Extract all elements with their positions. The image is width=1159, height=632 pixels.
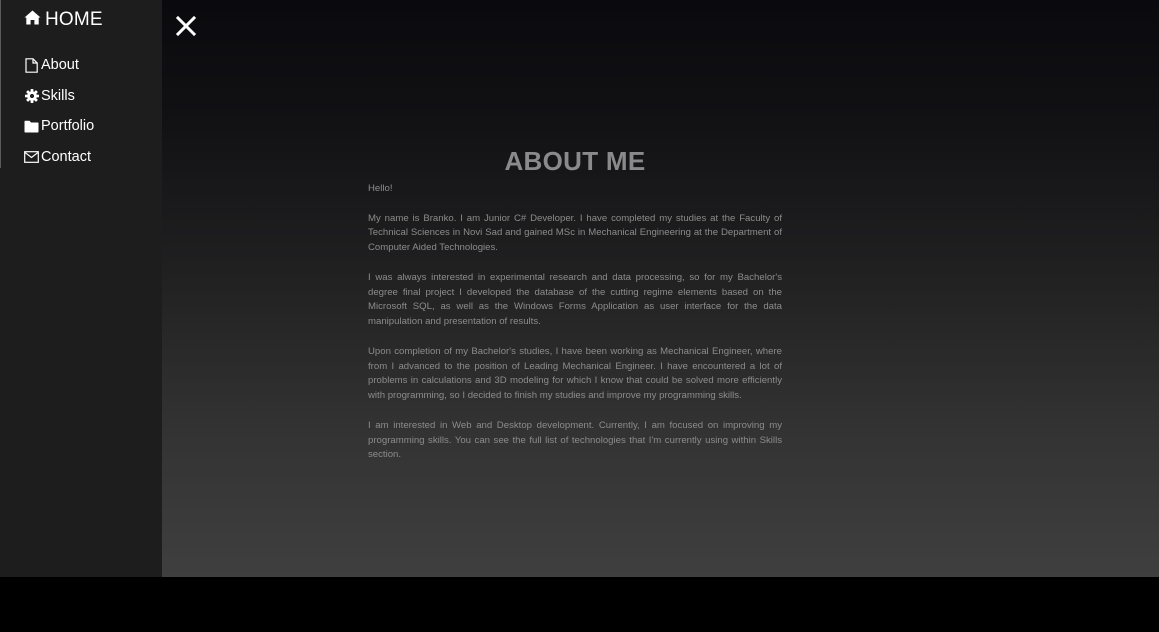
nav-item-portfolio-label: Portfolio [41,118,95,135]
nav-item-skills-label: Skills [41,87,75,104]
nav-item-about[interactable]: About [24,50,94,81]
page-title: ABOUT ME [504,146,646,176]
page-viewport: HOME About Skills Portfolio Contact ABOU… [0,0,1159,577]
about-paragraph-interests: I am interested in Web and Desktop devel… [368,419,782,461]
about-paragraph-career: Upon completion of my Bachelor's studies… [368,345,782,402]
about-paragraph-research: I was always interested in experimental … [368,271,782,328]
nav-item-portfolio[interactable]: Portfolio [24,111,94,142]
nav-menu: About Skills Portfolio Contact [24,50,94,172]
envelope-icon [24,149,39,164]
home-label: HOME [45,9,103,30]
nav-item-contact-label: Contact [41,148,91,165]
about-paragraph-intro: My name is Branko. I am Junior C# Develo… [368,212,782,254]
sidebar: HOME About Skills Portfolio Contact [0,0,162,577]
file-icon [24,57,39,73]
home-icon [24,9,45,31]
nav-item-skills[interactable]: Skills [24,81,94,112]
nav-item-about-label: About [41,57,79,74]
folder-icon [24,119,39,134]
gear-icon [24,88,39,103]
about-paragraph-greeting: Hello! [368,183,393,194]
sidebar-accent-line [0,0,1,168]
close-icon [174,15,198,42]
close-menu-button[interactable] [174,14,198,38]
about-section: ABOUT ME Hello! My name is Branko. I am … [368,143,782,463]
nav-item-contact[interactable]: Contact [24,142,94,173]
main-content: ABOUT ME Hello! My name is Branko. I am … [162,0,1159,577]
home-link[interactable]: HOME [24,9,103,31]
